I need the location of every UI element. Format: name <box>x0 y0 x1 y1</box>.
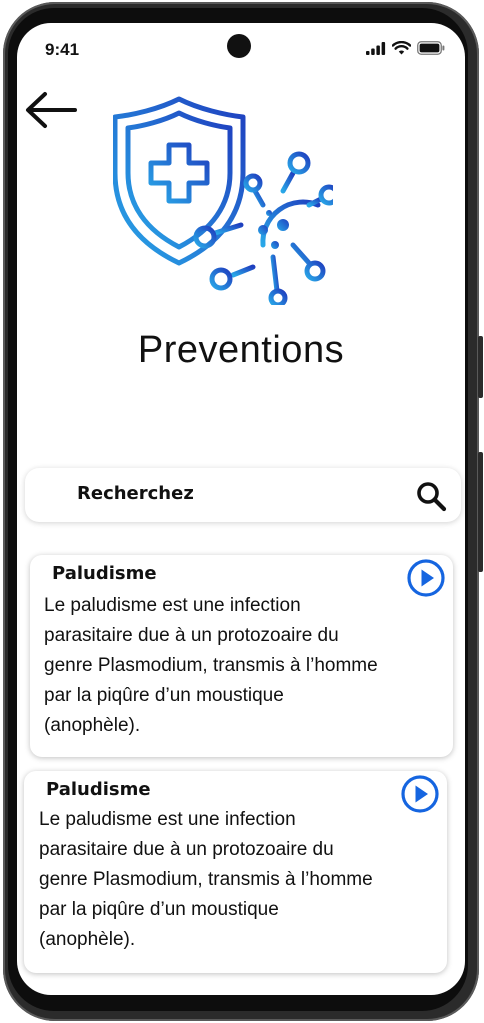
battery-icon <box>417 41 445 55</box>
play-button[interactable] <box>401 775 439 813</box>
play-circle-icon <box>407 559 445 597</box>
arrow-left-icon <box>26 92 77 128</box>
play-button[interactable] <box>407 559 445 597</box>
card-text-line: genre Plasmodium, transmis à l’homme <box>44 655 378 676</box>
search-bar[interactable]: Recherchez <box>25 468 461 522</box>
page-title: Preventions <box>137 329 345 371</box>
card-text-line: par la piqûre d’un moustique <box>44 685 284 706</box>
shield-virus-icon <box>112 96 340 308</box>
signal-icon <box>366 41 386 55</box>
app-screen: 9:41 Preventions Recherchez Paludisme Le… <box>17 23 465 995</box>
card-text-line: (anophèle). <box>39 929 136 950</box>
card-text-line: Le paludisme est une infection <box>44 595 301 616</box>
volume-button <box>478 452 483 572</box>
card-text-line: Le paludisme est une infection <box>39 809 296 830</box>
list-item[interactable]: Paludisme Le paludisme est une infection… <box>30 555 453 757</box>
card-text-line: par la piqûre d’un moustique <box>39 899 279 920</box>
hero-illustration <box>112 95 340 308</box>
card-description: Le paludisme est une infection parasitai… <box>44 591 378 741</box>
card-title: Paludisme <box>46 779 151 800</box>
play-circle-icon <box>401 775 439 813</box>
card-description: Le paludisme est une infection parasitai… <box>39 805 373 955</box>
phone-frame: 9:41 Preventions Recherchez Paludisme Le… <box>0 0 484 1023</box>
card-text-line: parasitaire due à un protozoaire du <box>39 839 334 860</box>
card-text-line: (anophèle). <box>44 715 141 736</box>
card-title: Paludisme <box>52 563 157 584</box>
status-bar: 9:41 <box>17 23 465 79</box>
front-camera <box>227 34 251 58</box>
search-input[interactable]: Recherchez <box>77 483 194 504</box>
card-text-line: genre Plasmodium, transmis à l’homme <box>39 869 373 890</box>
card-text-line: parasitaire due à un protozoaire du <box>44 625 339 646</box>
power-button <box>478 336 483 398</box>
back-button[interactable] <box>23 89 79 133</box>
list-item[interactable]: Paludisme Le paludisme est une infection… <box>24 771 447 973</box>
status-icons <box>366 41 445 55</box>
wifi-icon <box>392 41 411 55</box>
search-icon[interactable] <box>415 480 447 512</box>
status-time: 9:41 <box>45 40 80 59</box>
